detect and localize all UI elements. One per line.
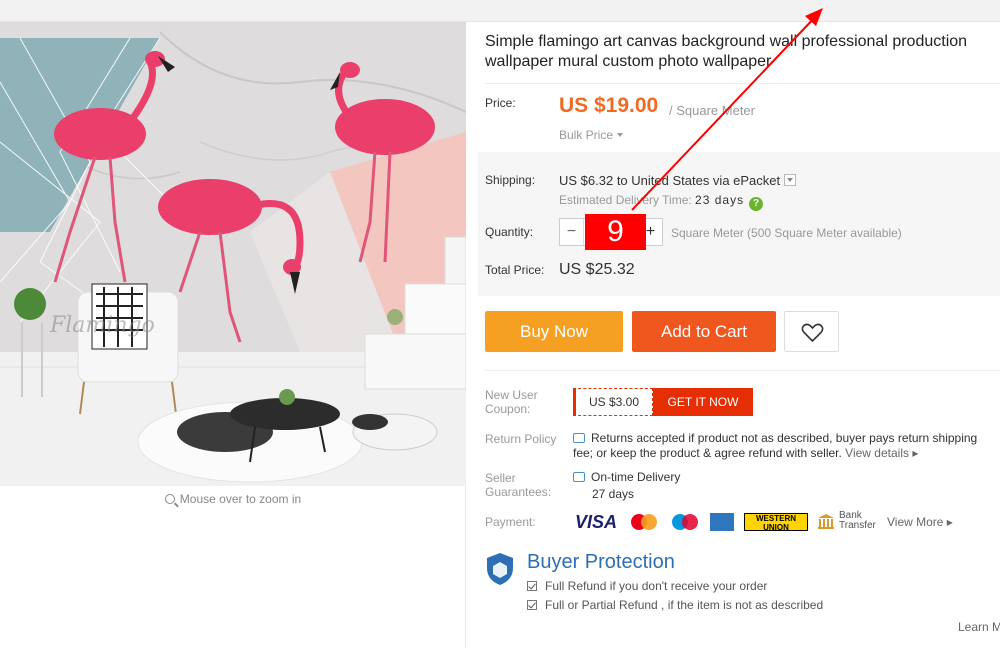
western-union-icon: WESTERN UNION: [744, 513, 808, 532]
dropdown-icon[interactable]: [784, 174, 797, 186]
divider: [485, 83, 1000, 84]
divider: [485, 370, 1000, 371]
top-bar: [0, 0, 1000, 22]
on-time-delivery: On-time Delivery: [573, 470, 680, 484]
add-to-cart-button[interactable]: Add to Cart: [632, 311, 776, 352]
payment-label: Payment:: [485, 515, 536, 529]
view-details-link[interactable]: View details ▸: [845, 446, 918, 460]
coupon-amount: US $3.00: [573, 388, 653, 416]
shipping-selector[interactable]: US $6.32 to United States via ePacket: [559, 173, 797, 188]
help-icon[interactable]: ?: [749, 197, 764, 211]
buyer-protection-title: Buyer Protection: [527, 551, 675, 573]
price-label: Price:: [485, 96, 516, 110]
product-image[interactable]: Flamingo: [0, 22, 466, 486]
price-unit: / Square Meter: [669, 103, 755, 118]
wishlist-button[interactable]: [784, 311, 839, 352]
annotation-quantity-overlay: 9: [585, 214, 646, 250]
get-coupon-button[interactable]: GET IT NOW: [653, 388, 753, 416]
protection-item: Full or Partial Refund , if the item is …: [527, 598, 823, 612]
bank-transfer-icon: Bank Transfer: [817, 511, 881, 532]
checkbox-icon: [527, 581, 537, 591]
heart-icon: [801, 323, 824, 343]
image-gallery: Flamingo Mouse over to zoom in: [0, 22, 466, 648]
return-policy-text: Returns accepted if product not as descr…: [573, 431, 978, 460]
estimated-delivery: Estimated Delivery Time: 23 days?: [559, 193, 764, 211]
protection-item: Full Refund if you don't receive your or…: [527, 579, 767, 593]
quantity-availability: Square Meter (500 Square Meter available…: [671, 226, 902, 240]
guarantee-days: 27 days: [592, 487, 635, 501]
zoom-hint: Mouse over to zoom in: [0, 492, 466, 506]
svg-text:Flamingo: Flamingo: [49, 313, 155, 338]
buy-now-button[interactable]: Buy Now: [485, 311, 623, 352]
price-value: US $19.00: [559, 94, 659, 117]
total-price-label: Total Price:: [485, 263, 545, 277]
mastercard-icon: [628, 512, 660, 532]
maestro-icon: [669, 512, 701, 532]
checkbox-icon: [527, 600, 537, 610]
caret-down-icon: [617, 133, 624, 137]
visa-icon: VISA: [574, 512, 617, 532]
quantity-label: Quantity:: [485, 225, 534, 239]
return-icon: [573, 433, 585, 443]
total-price-value: US $25.32: [559, 261, 635, 278]
learn-more-link[interactable]: Learn M: [958, 620, 1000, 634]
return-policy-label: Return Policy: [485, 432, 557, 446]
shipping-label: Shipping:: [485, 173, 536, 187]
payment-view-more-link[interactable]: View More ▸: [887, 515, 953, 529]
quantity-decrease-button[interactable]: −: [560, 219, 584, 245]
new-user-coupon: US $3.00 GET IT NOW: [573, 388, 753, 416]
magnifier-icon: [164, 494, 175, 504]
coupon-label: New User Coupon:: [485, 388, 538, 416]
product-title: Simple flamingo art canvas background wa…: [485, 33, 968, 70]
product-details: Simple flamingo art canvas background wa…: [466, 22, 1000, 648]
seller-guarantees-label: Seller Guarantees:: [485, 471, 552, 499]
shield-icon: [487, 553, 513, 585]
amex-icon: [710, 513, 734, 531]
truck-icon: [573, 472, 585, 482]
bulk-price-toggle[interactable]: Bulk Price: [559, 128, 624, 142]
